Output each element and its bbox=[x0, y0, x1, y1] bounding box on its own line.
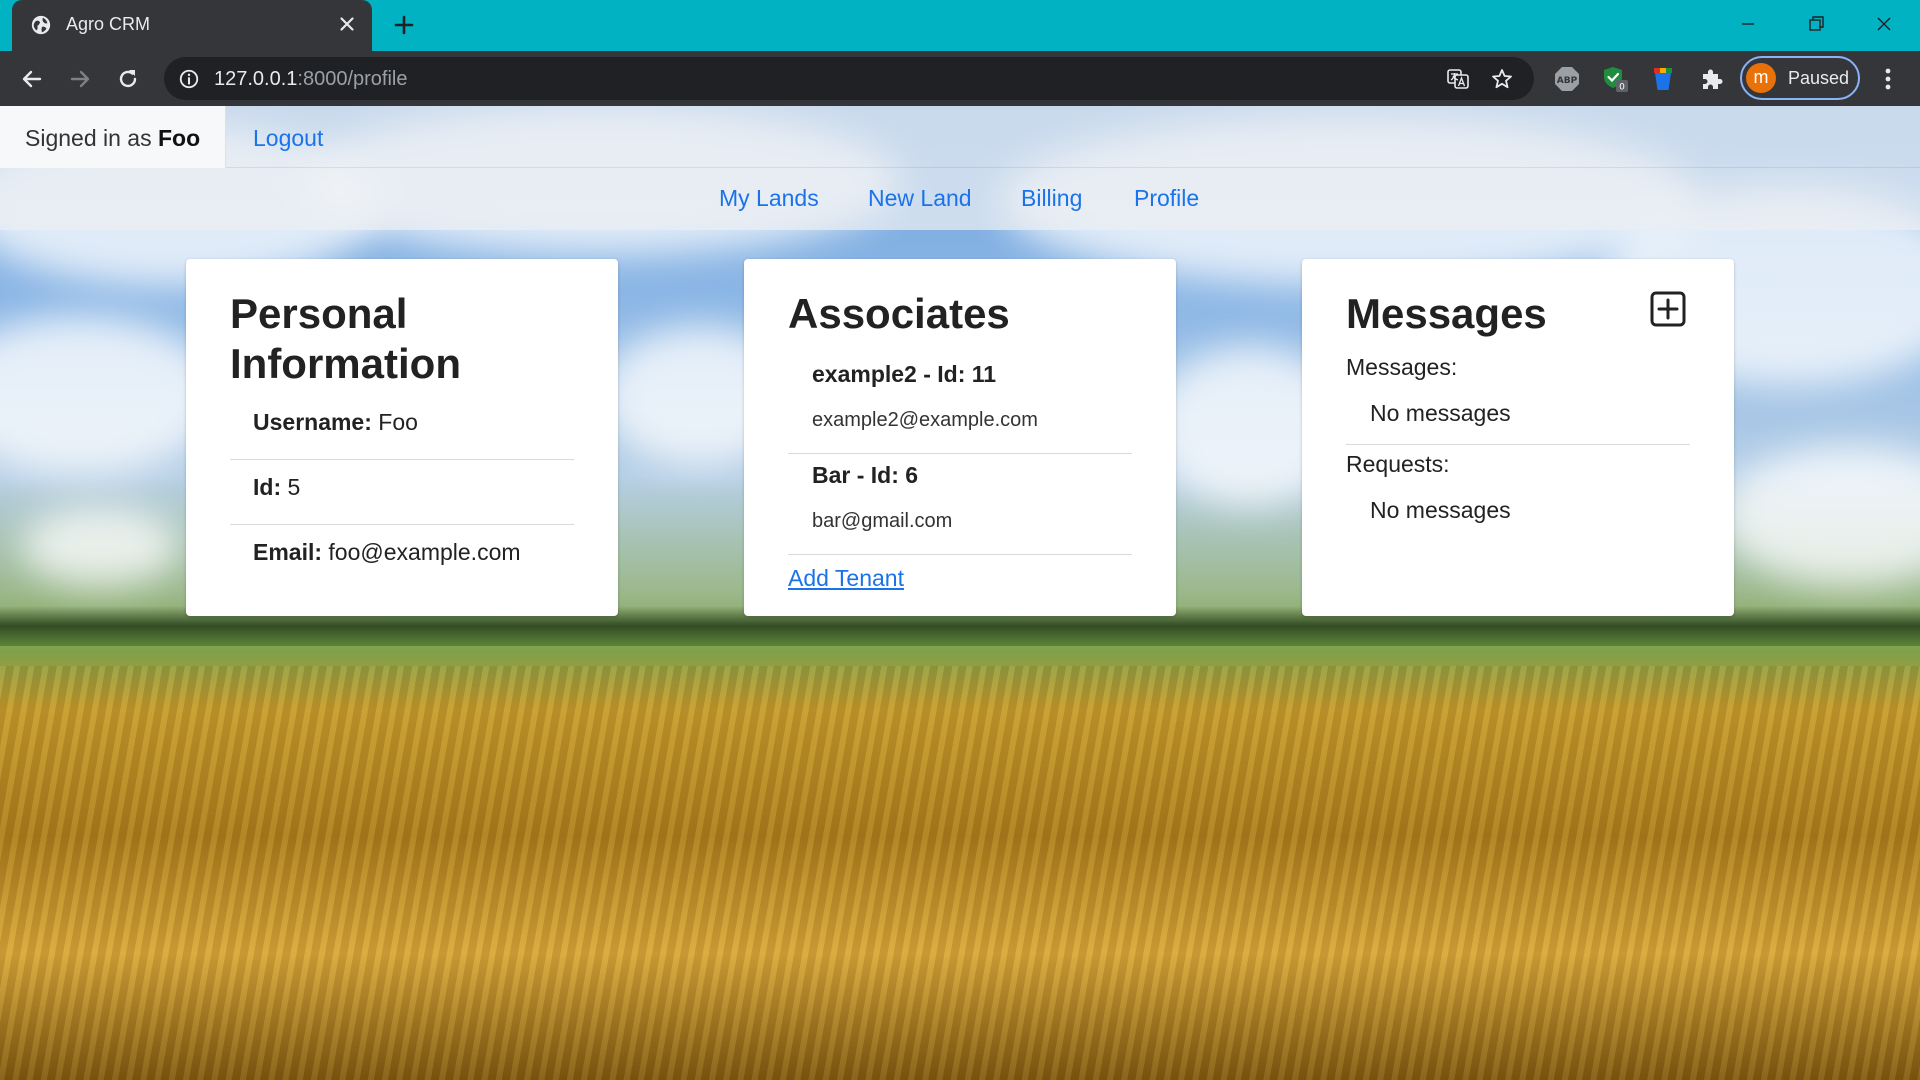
personal-information-title: Personal Information bbox=[230, 289, 461, 389]
divider bbox=[788, 554, 1132, 555]
nav-new-land[interactable]: New Land bbox=[868, 185, 972, 212]
divider bbox=[230, 459, 574, 460]
id-label: Id: bbox=[253, 474, 282, 500]
window-close-icon[interactable] bbox=[1870, 10, 1898, 38]
id-value: 5 bbox=[287, 474, 301, 500]
forward-arrow-icon[interactable] bbox=[66, 65, 94, 93]
adblock-extension-icon[interactable]: ABP bbox=[1553, 65, 1581, 93]
divider bbox=[230, 524, 574, 525]
shield-check-extension-icon[interactable]: 0 bbox=[1601, 65, 1629, 93]
username-value: Foo bbox=[378, 409, 418, 435]
username-row: Username: Foo bbox=[253, 409, 418, 436]
page-background: Signed in as Foo Logout My Lands New Lan… bbox=[0, 106, 1920, 1080]
close-tab-icon[interactable] bbox=[336, 13, 358, 35]
nav-profile[interactable]: Profile bbox=[1134, 185, 1199, 212]
id-row: Id: 5 bbox=[253, 474, 300, 501]
browser-toolbar: 127.0.0.1:8000/profile ABP 0 m Paused bbox=[0, 51, 1920, 106]
username-label: Username: bbox=[253, 409, 372, 435]
wheat-field-decoration bbox=[0, 666, 1920, 1080]
associate-email: bar@gmail.com bbox=[812, 510, 953, 532]
address-bar[interactable]: 127.0.0.1:8000/profile bbox=[164, 57, 1534, 100]
associates-title: Associates bbox=[788, 290, 1010, 337]
personal-information-card: Personal Information Username: Foo Id: 5… bbox=[186, 259, 618, 616]
abp-label: ABP bbox=[1557, 76, 1578, 86]
browser-tab-active[interactable]: Agro CRM bbox=[12, 0, 372, 51]
messages-card: Messages Messages: No messages Requests:… bbox=[1302, 259, 1734, 616]
back-arrow-icon[interactable] bbox=[18, 65, 46, 93]
requests-label: Requests: bbox=[1346, 451, 1450, 477]
signed-in-box: Signed in as Foo bbox=[0, 106, 226, 168]
cloud-decoration bbox=[20, 506, 180, 586]
nav-my-lands[interactable]: My Lands bbox=[719, 185, 819, 212]
cloud-decoration bbox=[1720, 446, 1920, 586]
extension-badge-count: 0 bbox=[1619, 83, 1625, 93]
add-message-icon[interactable] bbox=[1650, 291, 1686, 327]
main-nav: My Lands New Land Billing Profile bbox=[0, 168, 1920, 230]
email-label: Email: bbox=[253, 539, 323, 565]
nav-billing[interactable]: Billing bbox=[1021, 185, 1082, 212]
url-host: 127.0.0.1 bbox=[214, 68, 298, 90]
email-value: foo@example.com bbox=[328, 539, 521, 565]
messages-label: Messages: bbox=[1346, 354, 1458, 380]
signed-in-username: Foo bbox=[157, 125, 201, 151]
messages-title: Messages bbox=[1346, 290, 1547, 337]
more-menu-icon[interactable] bbox=[1878, 65, 1898, 93]
personal-title-line-1: Personal bbox=[230, 290, 408, 337]
add-tenant-link[interactable]: Add Tenant bbox=[788, 565, 904, 592]
url-text: 127.0.0.1:8000/profile bbox=[214, 68, 408, 91]
messages-empty-text: No messages bbox=[1370, 400, 1511, 426]
email-row: Email: foo@example.com bbox=[253, 539, 521, 566]
bucket-extension-icon[interactable] bbox=[1649, 65, 1677, 93]
profile-avatar: m bbox=[1746, 63, 1776, 93]
associates-card: Associates example2 - Id: 11 example2@ex… bbox=[744, 259, 1176, 616]
profile-button[interactable]: m Paused bbox=[1740, 56, 1860, 100]
associate-name: Bar - Id: 6 bbox=[812, 462, 919, 488]
url-path: :8000/profile bbox=[297, 68, 408, 90]
divider bbox=[788, 453, 1132, 454]
personal-title-line-2: Information bbox=[230, 340, 461, 387]
globe-icon bbox=[31, 15, 51, 35]
minimize-icon[interactable] bbox=[1734, 10, 1762, 38]
signed-in-text: Signed in as Foo bbox=[25, 125, 200, 152]
reload-icon[interactable] bbox=[114, 65, 142, 93]
signed-in-prefix: Signed in as bbox=[25, 125, 158, 151]
logout-link[interactable]: Logout bbox=[253, 125, 323, 152]
translate-icon[interactable] bbox=[1446, 67, 1470, 91]
divider bbox=[1346, 444, 1690, 445]
associate-name: example2 - Id: 11 bbox=[812, 361, 997, 387]
site-info-icon[interactable] bbox=[178, 68, 200, 90]
extensions-puzzle-icon[interactable] bbox=[1698, 65, 1726, 93]
requests-empty-text: No messages bbox=[1370, 497, 1511, 523]
bookmark-star-icon[interactable] bbox=[1490, 67, 1514, 91]
user-bar: Signed in as Foo Logout bbox=[0, 106, 1920, 168]
profile-status: Paused bbox=[1788, 68, 1850, 88]
restore-icon[interactable] bbox=[1802, 10, 1830, 38]
associate-email: example2@example.com bbox=[812, 409, 1038, 431]
tab-title: Agro CRM bbox=[66, 14, 151, 34]
browser-tab-bar: Agro CRM bbox=[0, 0, 1920, 51]
new-tab-icon[interactable] bbox=[392, 13, 416, 37]
